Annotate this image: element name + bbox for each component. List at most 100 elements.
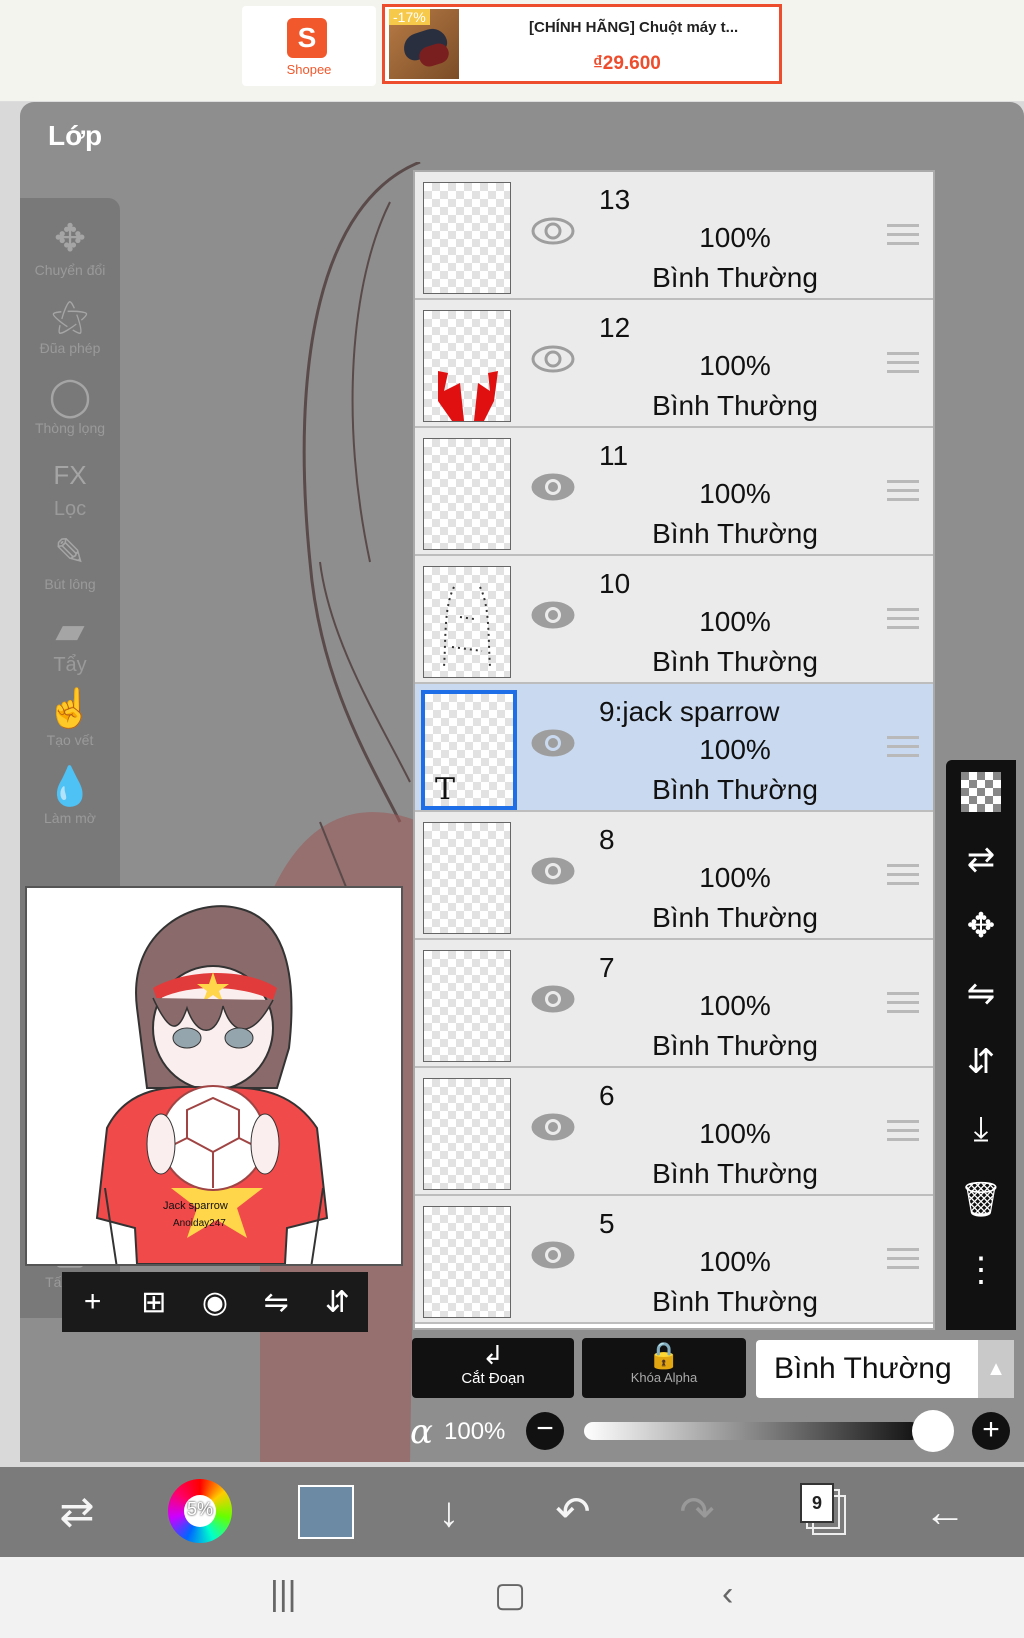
ad-product-card[interactable]: -17% [CHÍNH HÃNG] Chuột máy t... ₫29.600	[382, 4, 782, 84]
layer-flip-vertical-button[interactable]: ⇵	[946, 1042, 1016, 1082]
flip-horizontal-button[interactable]: ⇋	[251, 1285, 301, 1320]
layer-thumbnail	[423, 950, 511, 1062]
back-nav-icon[interactable]: ‹	[722, 1575, 733, 1614]
layer-swap-button[interactable]: ⇄	[946, 840, 1016, 880]
delete-layer-button[interactable]: 🗑	[946, 1180, 1016, 1220]
add-layer-copy-button[interactable]: ⊞	[129, 1285, 179, 1320]
panel-title: Lớp	[48, 120, 103, 151]
eraser-icon: ▰	[55, 610, 85, 652]
add-layer-button[interactable]: +	[68, 1285, 118, 1319]
camera-button[interactable]: ◉	[190, 1285, 240, 1320]
layer-opacity: 100%	[699, 862, 771, 893]
more-options-button[interactable]: ⋮	[946, 1250, 1016, 1290]
layer-row-selected[interactable]: T 9:jack sparrow 100% Bình Thường	[415, 684, 933, 812]
layer-row[interactable]: 8 100% Bình Thường	[415, 812, 933, 940]
layer-row[interactable]: 7 100% Bình Thường	[415, 940, 933, 1068]
eye-icon[interactable]	[531, 856, 575, 886]
layer-name: 7	[599, 952, 615, 983]
layer-blend-mode: Bình Thường	[652, 646, 818, 677]
arrow-down-icon: ↓	[438, 1488, 460, 1535]
layer-flip-horizontal-button[interactable]: ⇋	[946, 974, 1016, 1014]
layer-name: 8	[599, 824, 615, 855]
layer-row[interactable]: 12 100% Bình Thường	[415, 300, 933, 428]
current-color-swatch[interactable]	[298, 1485, 354, 1539]
layer-blend-mode: Bình Thường	[652, 1158, 818, 1189]
layer-blend-mode: Bình Thường	[652, 902, 818, 933]
clipping-arrow-icon: ↲	[482, 1340, 504, 1370]
shopee-brand-label: Shopee	[286, 62, 332, 77]
layer-name: 6	[599, 1080, 615, 1111]
recent-apps-icon[interactable]: |||	[270, 1575, 297, 1614]
opacity-slider[interactable]	[584, 1422, 920, 1440]
layer-row[interactable]: 10 100% Bình Thường	[415, 556, 933, 684]
blend-mode-select[interactable]: Bình Thường ▲	[756, 1340, 1014, 1398]
drag-handle-icon[interactable]	[887, 608, 919, 632]
drag-handle-icon[interactable]	[887, 864, 919, 888]
flip-horizontal-icon: ⇋	[263, 1285, 289, 1319]
down-arrow-button[interactable]: ↓	[414, 1481, 484, 1543]
merge-down-icon: ⤓	[973, 1110, 989, 1148]
layer-move-button[interactable]: ✥	[946, 906, 1016, 946]
drag-handle-icon[interactable]	[887, 224, 919, 248]
brush-eraser-swap-icon: ⇄	[59, 1488, 95, 1535]
opacity-slider-knob[interactable]	[912, 1410, 954, 1452]
drag-handle-icon[interactable]	[887, 992, 919, 1016]
layers-button[interactable]: 9	[800, 1483, 848, 1537]
layer-tools-column: ⇄ ✥ ⇋ ⇵ ⤓ 🗑 ⋮	[946, 760, 1016, 1330]
eye-icon[interactable]	[531, 984, 575, 1014]
layer-row[interactable]: 11 100% Bình Thường	[415, 428, 933, 556]
alpha-lock-button[interactable]: 🔒 Khóa Alpha	[582, 1338, 746, 1398]
opacity-decrease-button[interactable]: −	[526, 1412, 564, 1450]
layer-row[interactable]: 13 100% Bình Thường	[415, 172, 933, 300]
redo-button[interactable]: ↷	[662, 1481, 732, 1543]
layer-opacity: 100%	[699, 1246, 771, 1277]
layer-list[interactable]: 13 100% Bình Thường 12 100% Bình Thường …	[413, 170, 935, 1330]
layer-thumbnail	[423, 1078, 511, 1190]
eye-icon[interactable]	[531, 1240, 575, 1270]
layer-name: 12	[599, 312, 631, 343]
drag-handle-icon[interactable]	[887, 736, 919, 760]
transparency-button[interactable]	[946, 772, 1016, 821]
eye-icon[interactable]	[531, 1112, 575, 1142]
camera-icon: ◉	[201, 1285, 229, 1319]
opacity-increase-button[interactable]: +	[972, 1412, 1010, 1450]
tool-magic-wand[interactable]: ⚝ Đũa phép	[20, 294, 120, 356]
brush-size-value: 5%	[186, 1499, 213, 1519]
flip-vertical-button[interactable]: ⇵	[312, 1285, 362, 1320]
drag-handle-icon[interactable]	[887, 480, 919, 504]
text-layer-icon: T	[435, 772, 456, 807]
tool-filter[interactable]: FX Lọc	[20, 452, 120, 521]
home-icon[interactable]: ▢	[494, 1575, 526, 1615]
shopee-logo[interactable]: S Shopee	[242, 6, 376, 86]
tool-smudge[interactable]: ☝ Tạo vết	[20, 686, 120, 748]
eye-icon[interactable]	[531, 344, 575, 374]
layer-opacity: 100%	[699, 1118, 771, 1149]
drag-handle-icon[interactable]	[887, 1248, 919, 1272]
bottom-toolbar: ⇄ 5% ↓ ↶ ↷ 9 ←	[0, 1467, 1024, 1557]
eye-icon[interactable]	[531, 728, 575, 758]
drag-handle-icon[interactable]	[887, 1120, 919, 1144]
ad-discount-badge: -17%	[389, 9, 430, 25]
canvas-preview[interactable]: Jack sparrow Anoiday247	[25, 886, 403, 1269]
eye-icon[interactable]	[531, 472, 575, 502]
back-button[interactable]: ←	[910, 1481, 980, 1543]
eye-icon[interactable]	[531, 216, 575, 246]
layer-row[interactable]: 6 100% Bình Thường	[415, 1068, 933, 1196]
tool-lasso[interactable]: ◯ Thòng lọng	[20, 374, 120, 436]
eye-icon[interactable]	[531, 600, 575, 630]
clipping-label: Cắt Đoạn	[461, 1370, 525, 1387]
undo-button[interactable]: ↶	[538, 1481, 608, 1543]
clipping-button[interactable]: ↲ Cắt Đoạn	[412, 1338, 574, 1398]
tool-blur[interactable]: 💧 Làm mờ	[20, 764, 120, 826]
brush-size-color-wheel[interactable]: 5%	[168, 1479, 232, 1543]
layer-row[interactable]: 5 100% Bình Thường	[415, 1196, 933, 1324]
layer-opacity: 100%	[699, 350, 771, 381]
layer-opacity: 100%	[699, 478, 771, 509]
tool-eraser[interactable]: ▰ Tẩy	[20, 608, 120, 677]
tool-brush[interactable]: ✎ Bút lông	[20, 530, 120, 592]
drag-handle-icon[interactable]	[887, 352, 919, 376]
ad-banner[interactable]: ☰ S Shopee -17% [CHÍNH HÃNG] Chuột máy t…	[0, 0, 1024, 102]
tool-switch-button[interactable]: ⇄	[42, 1481, 112, 1543]
tool-transform[interactable]: ✥ Chuyển đổi	[20, 216, 120, 278]
merge-down-button[interactable]: ⤓	[946, 1110, 1016, 1149]
